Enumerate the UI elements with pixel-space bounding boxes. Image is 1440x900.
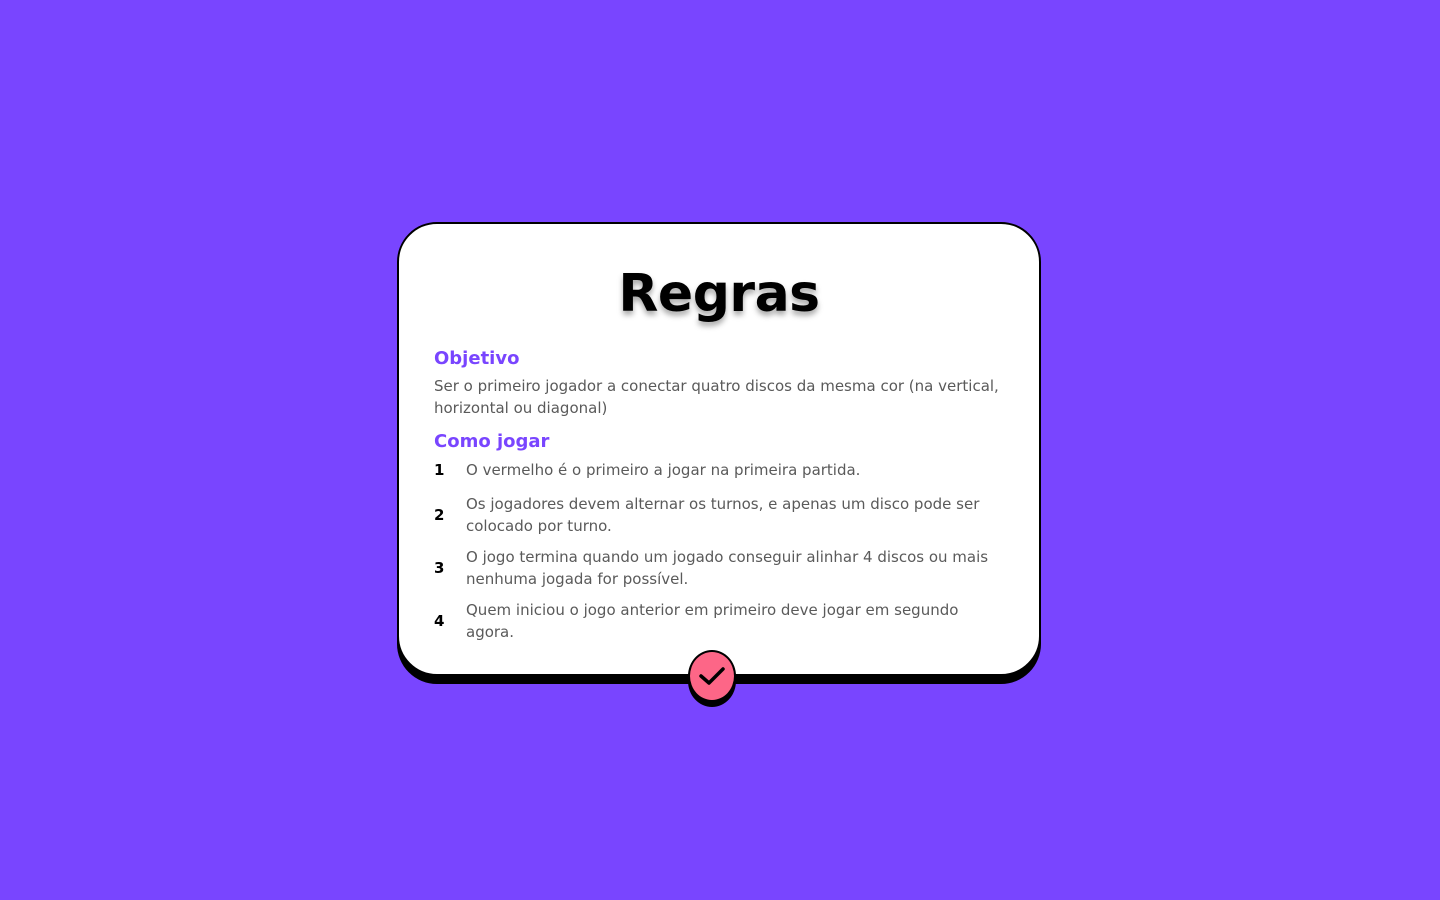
objective-heading: Objetivo: [434, 348, 520, 369]
rule-item: 2 Os jogadores devem alternar os turnos,…: [434, 493, 1009, 537]
check-icon: [698, 665, 726, 687]
rule-item: 3 O jogo termina quando um jogado conseg…: [434, 546, 1009, 590]
rule-number: 4: [434, 612, 445, 630]
rule-number: 2: [434, 506, 445, 524]
rule-item: 1 O vermelho é o primeiro a jogar na pri…: [434, 459, 1009, 481]
page-title: Regras: [618, 264, 820, 324]
rule-item: 4 Quem iniciou o jogo anterior em primei…: [434, 599, 1009, 643]
rules-card: Regras Objetivo Ser o primeiro jogador a…: [397, 222, 1041, 676]
rule-text: O jogo termina quando um jogado consegui…: [466, 548, 989, 588]
rule-text: Os jogadores devem alternar os turnos, e…: [466, 495, 980, 535]
confirm-button[interactable]: [688, 650, 736, 702]
how-to-play-heading: Como jogar: [434, 431, 550, 452]
objective-text: Ser o primeiro jogador a conectar quatro…: [434, 377, 999, 417]
rule-text: O vermelho é o primeiro a jogar na prime…: [466, 461, 861, 479]
rule-number: 1: [434, 461, 445, 479]
rule-text: Quem iniciou o jogo anterior em primeiro…: [466, 601, 959, 641]
rules-list: 1 O vermelho é o primeiro a jogar na pri…: [434, 459, 1009, 652]
rule-number: 3: [434, 559, 445, 577]
